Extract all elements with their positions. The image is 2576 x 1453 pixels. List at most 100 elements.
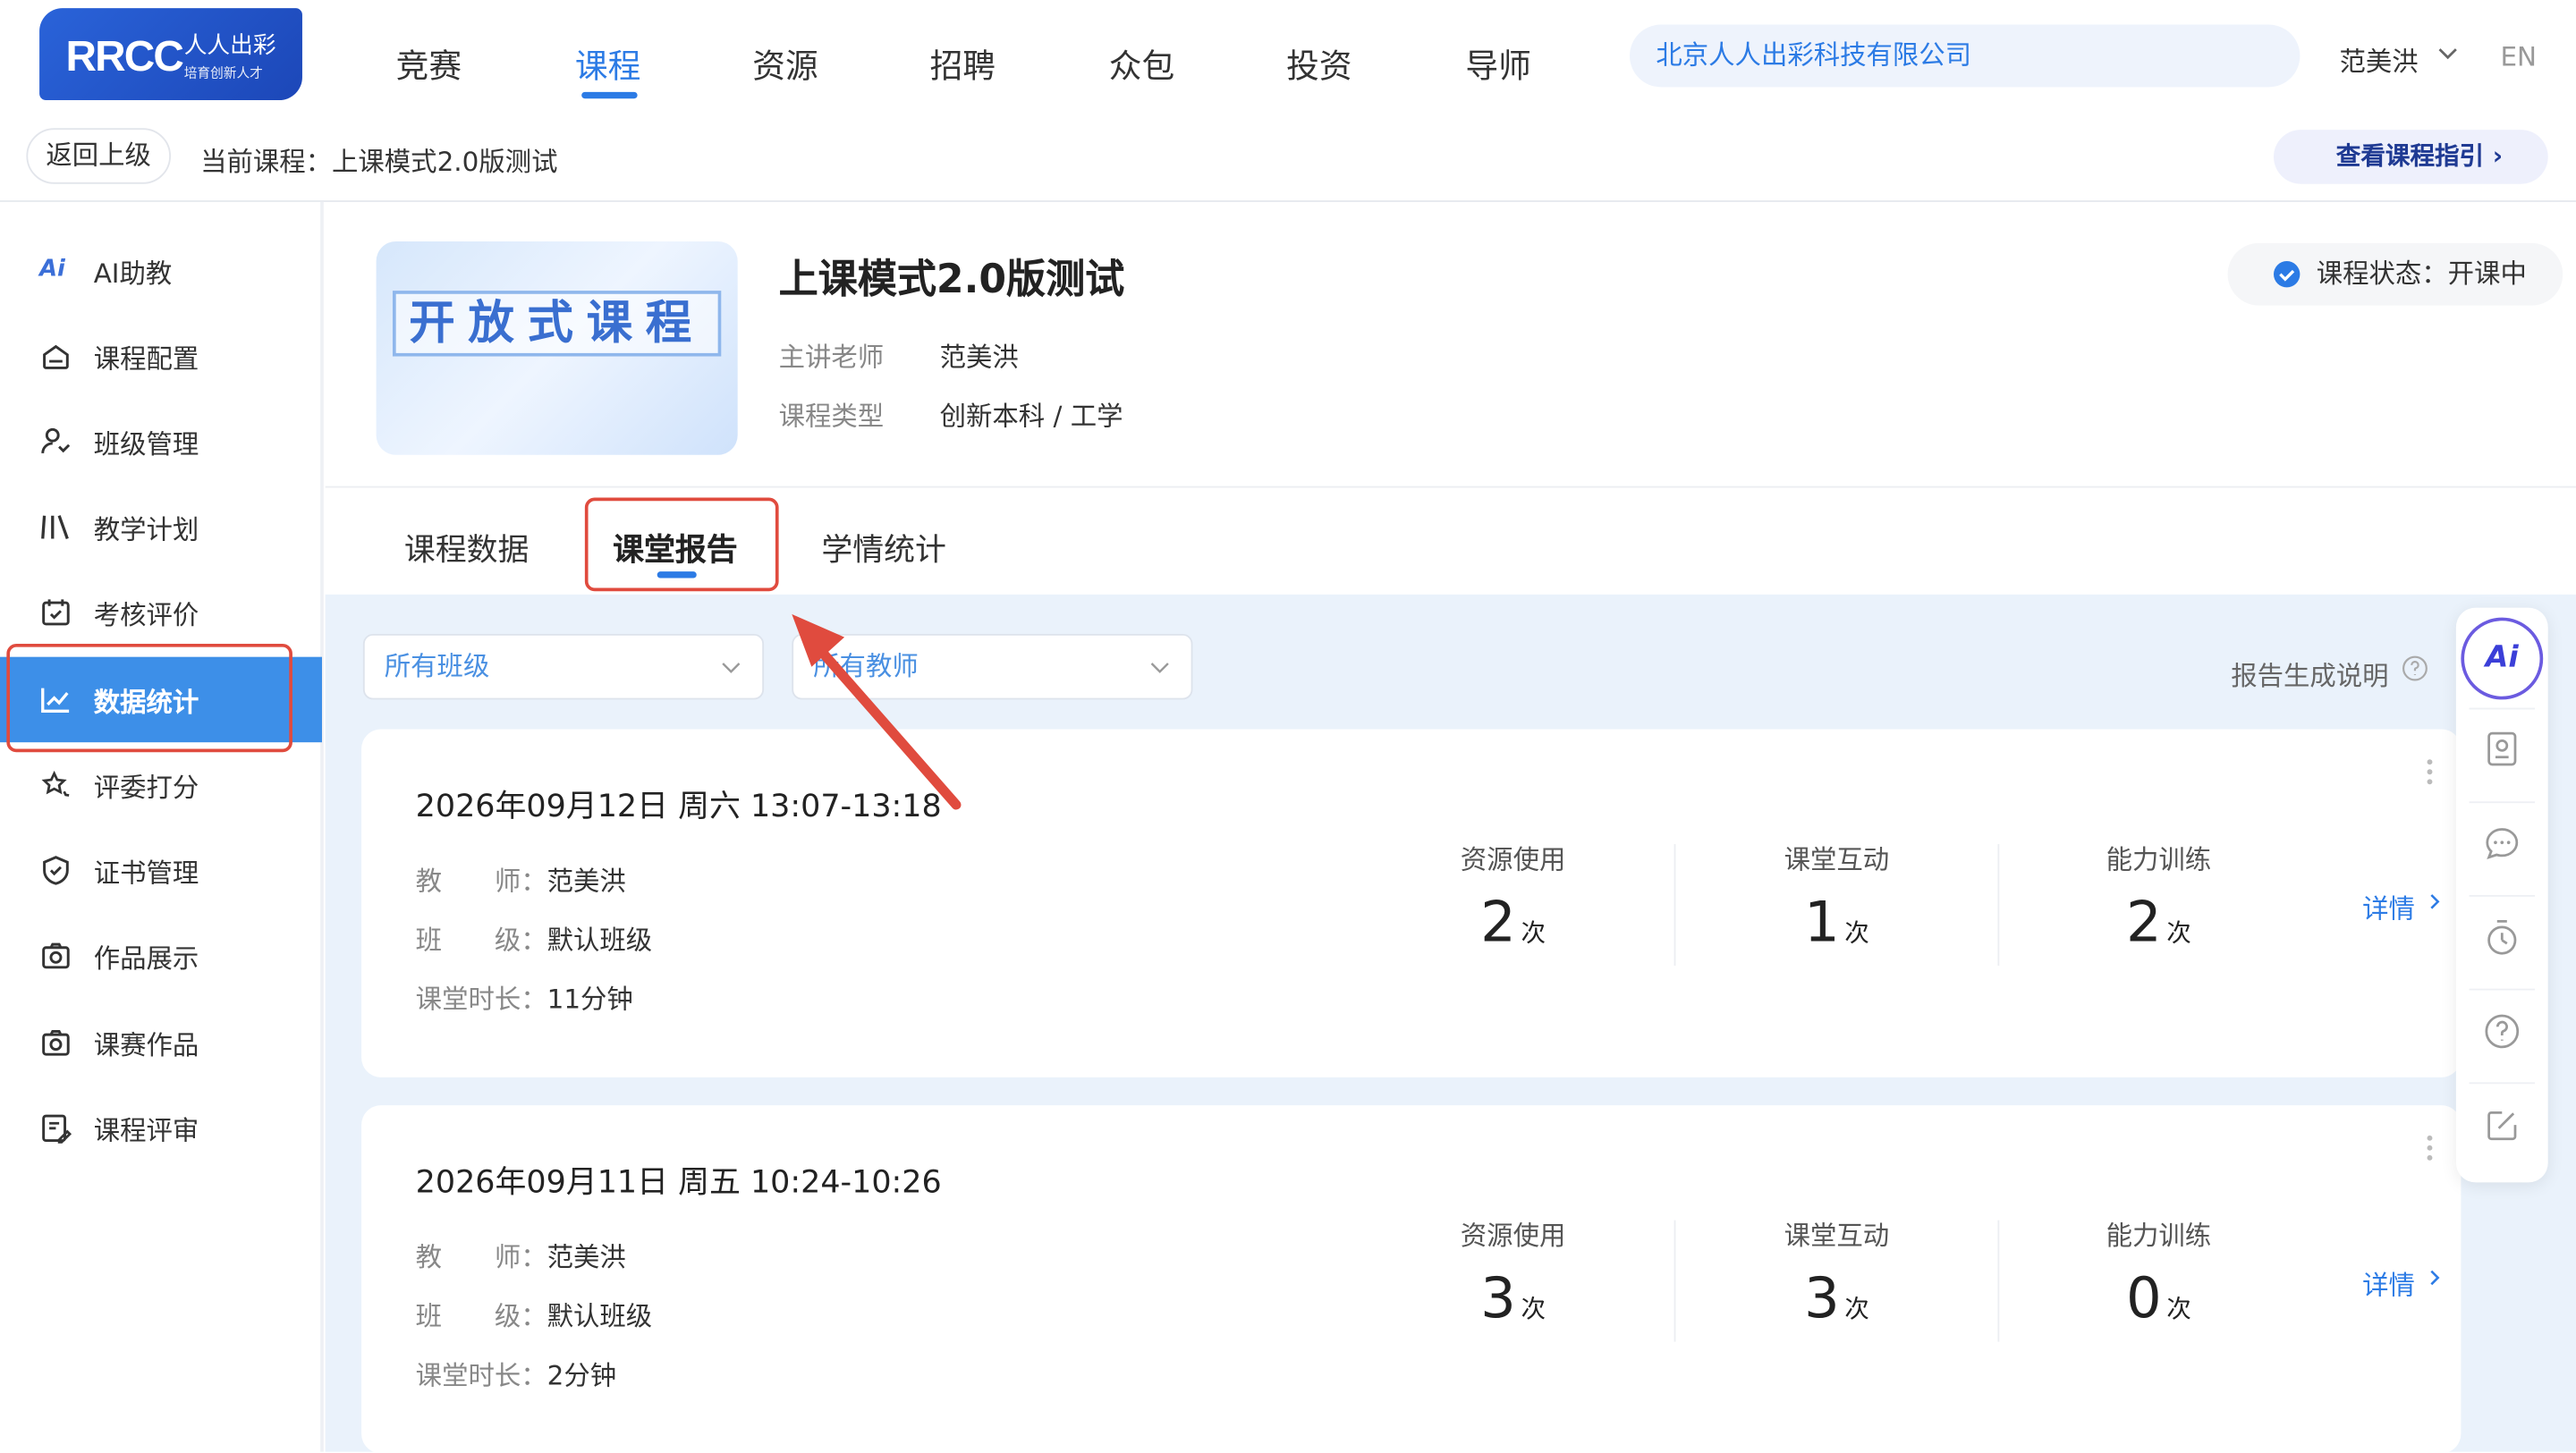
kpi-number: 2 xyxy=(2126,890,2162,956)
review-icon xyxy=(42,1114,72,1144)
sidebar-item-assessment[interactable]: 考核评价 xyxy=(0,570,322,655)
logo-cn: 人人出彩 xyxy=(183,32,276,60)
sidebar-item-teaching-plan[interactable]: 教学计划 xyxy=(0,485,322,570)
kpi-number: 0 xyxy=(2126,1266,2162,1332)
class-filter-value: 所有班级 xyxy=(384,650,490,682)
sidebar-item-works-showcase[interactable]: 作品展示 xyxy=(0,913,322,999)
org-search-input[interactable]: 北京人人出彩科技有限公司 xyxy=(1630,24,2301,88)
nav-competition[interactable]: 竞赛 xyxy=(396,39,462,87)
kpi-unit: 次 xyxy=(2166,1294,2191,1324)
chevron-right-icon[interactable] xyxy=(2425,1266,2445,1289)
nav-recruit[interactable]: 招聘 xyxy=(930,39,996,87)
user-name[interactable]: 范美洪 xyxy=(2339,39,2418,79)
class-filter-select[interactable]: 所有班级 xyxy=(362,633,765,700)
highlight-box-tab xyxy=(584,497,779,592)
report-teacher-value: 范美洪 xyxy=(547,1241,626,1273)
more-vertical-icon[interactable] xyxy=(2425,756,2435,789)
report-duration-row: 课堂时长：2分钟 xyxy=(416,1353,616,1392)
kpi-value-interaction: 1次 xyxy=(1730,890,1944,955)
kpi-value-interaction: 3次 xyxy=(1730,1266,1944,1331)
report-duration-value: 2分钟 xyxy=(547,1359,617,1391)
contact-card-icon[interactable] xyxy=(2482,729,2521,768)
chevron-down-icon xyxy=(722,663,741,673)
report-class-row: 班 级：默认班级 xyxy=(416,1294,653,1333)
nav-crowdsource[interactable]: 众包 xyxy=(1109,39,1174,87)
course-guide-button[interactable]: 查看课程指引 › xyxy=(2273,130,2548,184)
kpi-value-training: 2次 xyxy=(2052,890,2266,955)
kpi-label-training: 能力训练 xyxy=(2106,1220,2212,1252)
edit-icon[interactable] xyxy=(2482,1105,2521,1145)
language-switch[interactable]: EN xyxy=(2500,41,2537,72)
kpi-value-training: 0次 xyxy=(2052,1266,2266,1331)
nav-invest[interactable]: 投资 xyxy=(1286,39,1352,87)
chevron-down-icon[interactable] xyxy=(2435,39,2461,65)
sidebar-item-competition-works[interactable]: 课赛作品 xyxy=(0,1001,322,1086)
teacher-value: 范美洪 xyxy=(939,342,1019,373)
report-datetime: 2026年09月11日 周五 10:24-10:26 xyxy=(415,1164,942,1201)
sidebar-item-certificates[interactable]: 证书管理 xyxy=(0,828,322,914)
course-type-value: 创新本科 / 工学 xyxy=(939,401,1123,433)
users-icon xyxy=(41,427,71,454)
nav-active-indicator xyxy=(581,91,638,99)
sidebar-item-class-management[interactable]: 班级管理 xyxy=(0,399,322,485)
sidebar-item-label: 评委打分 xyxy=(93,772,199,804)
shield-check-icon xyxy=(43,856,69,885)
sidebar-item-label: 教学计划 xyxy=(93,513,199,545)
sidebar-item-label: 课程配置 xyxy=(93,342,199,375)
help-icon[interactable] xyxy=(2482,1011,2521,1051)
report-class-value: 默认班级 xyxy=(547,1300,653,1332)
sidebar-item-course-config[interactable]: 课程配置 xyxy=(0,314,322,400)
sidebar-item-ai-assistant[interactable]: Ai AI助教 xyxy=(0,228,322,314)
kpi-number: 2 xyxy=(1480,890,1516,956)
kpi-unit: 次 xyxy=(1844,917,1869,948)
course-guide-label: 查看课程指引 xyxy=(2335,140,2485,172)
kpi-unit: 次 xyxy=(1844,1294,1869,1324)
ai-icon: Ai xyxy=(39,256,65,283)
chevron-right-icon[interactable] xyxy=(2425,890,2445,913)
more-vertical-icon[interactable] xyxy=(2425,1131,2435,1164)
report-detail-link[interactable]: 详情 xyxy=(2362,887,2415,926)
report-teacher-value: 范美洪 xyxy=(547,865,626,897)
timer-icon[interactable] xyxy=(2482,918,2521,958)
report-class-label: 班 级： xyxy=(415,925,547,956)
kpi-label-training: 能力训练 xyxy=(2106,844,2212,875)
stars-icon xyxy=(41,770,70,797)
sidebar-item-course-review[interactable]: 课程评审 xyxy=(0,1086,322,1171)
annotation-arrow xyxy=(792,613,962,810)
course-cover-image: 开放式课程 xyxy=(376,241,738,455)
sidebar-item-label: 考核评价 xyxy=(93,599,199,631)
report-duration-label: 课堂时长： xyxy=(415,984,547,1016)
report-detail-link[interactable]: 详情 xyxy=(2362,1263,2415,1302)
kpi-divider xyxy=(1997,844,2000,966)
kpi-label-resource: 资源使用 xyxy=(1460,844,1566,875)
report-class-value: 默认班级 xyxy=(547,925,653,956)
report-duration-row: 课堂时长：11分钟 xyxy=(416,977,633,1017)
report-teacher-row: 教 师：范美洪 xyxy=(416,1235,626,1274)
back-button[interactable]: 返回上级 xyxy=(26,128,172,184)
toolbar-divider xyxy=(2469,707,2536,710)
nav-resources[interactable]: 资源 xyxy=(752,39,818,87)
toolbar-divider xyxy=(2469,895,2536,897)
report-class-label: 班 级： xyxy=(415,1300,547,1332)
sidebar-item-judge-scoring[interactable]: 评委打分 xyxy=(0,742,322,828)
toolbar-divider xyxy=(2469,801,2536,804)
toolbar-divider xyxy=(2469,1082,2536,1085)
logo[interactable]: RRCC 人人出彩 培育创新人才 xyxy=(39,8,302,101)
tab-course-data[interactable]: 课程数据 xyxy=(404,526,530,570)
kpi-divider xyxy=(1674,1220,1676,1342)
kpi-unit: 次 xyxy=(1521,1294,1546,1324)
nav-course[interactable]: 课程 xyxy=(575,39,640,87)
section-divider xyxy=(325,486,2576,488)
kpi-label-interaction: 课堂互动 xyxy=(1784,844,1890,875)
ai-assistant-button[interactable]: Ai xyxy=(2461,617,2544,700)
report-help-link[interactable]: 报告生成说明 xyxy=(2231,654,2388,693)
nav-mentor[interactable]: 导师 xyxy=(1465,39,1530,87)
chat-icon[interactable] xyxy=(2482,824,2521,864)
chevron-right-icon: › xyxy=(2492,140,2504,172)
question-circle-icon[interactable] xyxy=(2402,655,2428,681)
report-card: 2026年09月11日 周五 10:24-10:26 教 师：范美洪 班 级：默… xyxy=(361,1105,2462,1453)
logo-slogan: 培育创新人才 xyxy=(183,65,263,80)
tab-learning-stats[interactable]: 学情统计 xyxy=(821,526,946,570)
kpi-number: 1 xyxy=(1804,890,1840,956)
calendar-check-icon xyxy=(42,599,70,626)
